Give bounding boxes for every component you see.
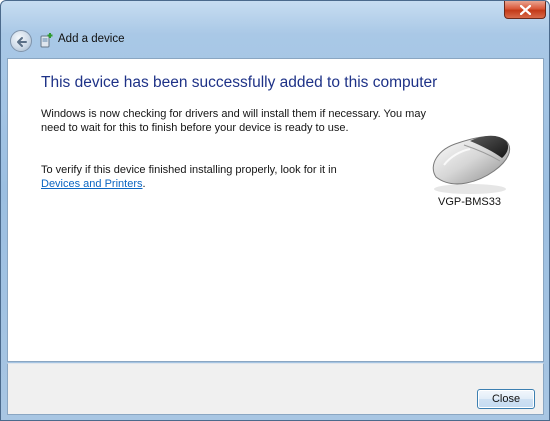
window-title: Add a device — [58, 33, 125, 45]
verify-text: To verify if this device finished instal… — [41, 164, 337, 176]
device-name: VGP-BMS33 — [438, 196, 501, 208]
content-panel: This device has been successfully added … — [7, 58, 544, 362]
footer-bar: Close — [7, 363, 544, 415]
add-device-window: Add a device This device has been succes… — [0, 0, 550, 421]
verify-message: To verify if this device finished instal… — [41, 163, 441, 191]
verify-period: . — [142, 178, 146, 190]
page-heading: This device has been successfully added … — [41, 74, 438, 91]
status-message: Windows is now checking for drivers and … — [41, 108, 426, 134]
back-arrow-icon — [17, 37, 27, 47]
window-close-button[interactable] — [504, 1, 546, 19]
add-device-icon — [40, 33, 53, 48]
close-button[interactable]: Close — [477, 389, 535, 409]
back-button[interactable] — [10, 30, 32, 52]
close-icon — [520, 5, 531, 15]
mouse-icon — [432, 135, 510, 194]
devices-and-printers-link[interactable]: Devices and Printers — [41, 178, 143, 190]
